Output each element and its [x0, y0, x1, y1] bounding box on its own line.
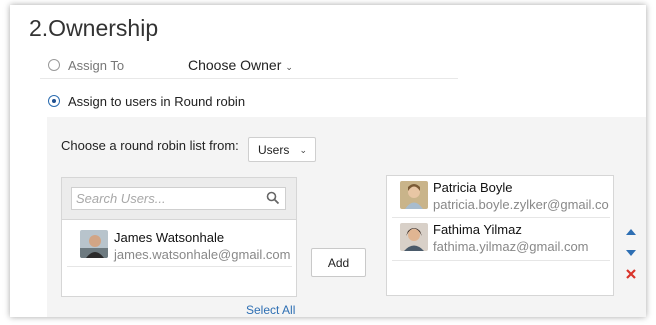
assign-to-radio[interactable] — [48, 59, 60, 71]
round-robin-list-select[interactable]: Users ⌄ — [248, 137, 316, 162]
chevron-down-icon: ⌄ — [299, 145, 307, 155]
user-name: Patricia Boyle — [433, 180, 513, 195]
move-down-icon[interactable] — [625, 247, 637, 259]
search-users-box[interactable] — [71, 187, 286, 210]
user-name: James Watsonhale — [114, 230, 225, 245]
chevron-down-icon: ⌄ — [285, 62, 293, 72]
round-robin-label: Assign to users in Round robin — [68, 94, 246, 109]
user-name: Fathima Yilmaz — [433, 222, 522, 237]
list-choice-label: Choose a round robin list from: — [61, 138, 239, 153]
available-users-list: James Watsonhale james.watsonhale@gmail.… — [61, 177, 297, 297]
list-item[interactable]: James Watsonhale james.watsonhale@gmail.… — [62, 223, 296, 266]
divider — [40, 78, 458, 79]
assign-to-label: Assign To — [68, 58, 125, 73]
section-title: 2.Ownership — [29, 15, 159, 41]
round-robin-panel: Choose a round robin list from: Users ⌄ — [47, 117, 646, 317]
user-email: fathima.yilmaz@gmail.com — [433, 239, 589, 254]
list-select-value: Users — [258, 143, 290, 157]
choose-owner-label: Choose Owner — [188, 57, 282, 73]
avatar — [400, 223, 428, 251]
list-item[interactable]: Patricia Boyle patricia.boyle.zylker@gma… — [387, 176, 613, 219]
choose-owner-dropdown[interactable]: Choose Owner ⌄ — [188, 57, 293, 73]
select-all-link[interactable]: Select All — [246, 303, 295, 317]
divider — [67, 266, 292, 267]
avatar — [80, 230, 108, 258]
user-email: james.watsonhale@gmail.com — [114, 247, 291, 262]
add-button[interactable]: Add — [311, 248, 366, 277]
selected-users-list: Patricia Boyle patricia.boyle.zylker@gma… — [386, 175, 614, 296]
available-users-header — [62, 178, 296, 220]
move-up-icon[interactable] — [625, 226, 637, 238]
divider — [392, 260, 610, 261]
user-email: patricia.boyle.zylker@gmail.co — [433, 197, 609, 212]
ownership-panel: 2.Ownership Assign To Choose Owner ⌄ Assi… — [10, 5, 646, 317]
search-icon[interactable] — [266, 191, 280, 205]
avatar — [400, 181, 428, 209]
remove-icon[interactable] — [625, 268, 637, 280]
round-robin-radio[interactable] — [48, 95, 60, 107]
search-users-input[interactable] — [72, 188, 257, 209]
list-item[interactable]: Fathima Yilmaz fathima.yilmaz@gmail.com — [387, 218, 613, 261]
